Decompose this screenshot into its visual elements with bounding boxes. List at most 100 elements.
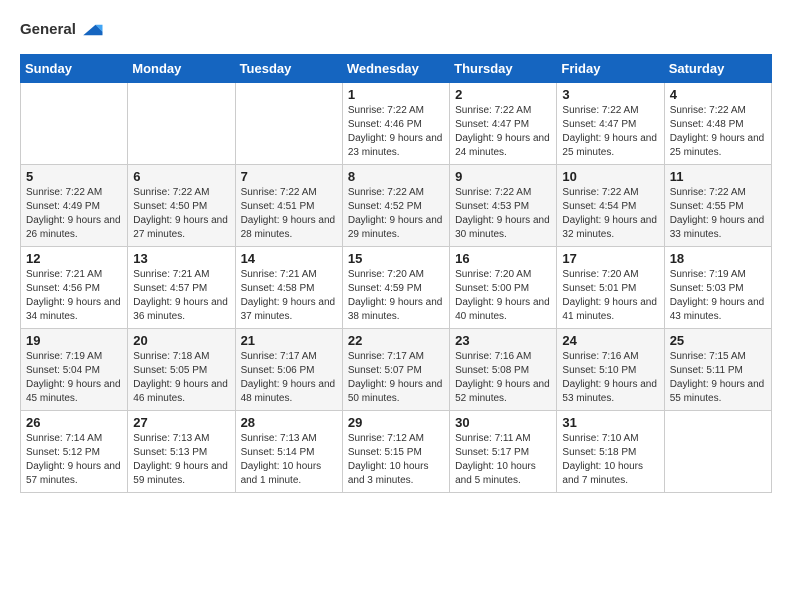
day-info: Sunrise: 7:18 AMSunset: 5:05 PMDaylight:… [133, 350, 229, 406]
day-number: 9 [455, 169, 551, 184]
day-number: 22 [348, 333, 444, 348]
header: General [20, 16, 772, 44]
day-info: Sunrise: 7:22 AMSunset: 4:50 PMDaylight:… [133, 186, 229, 242]
day-info: Sunrise: 7:14 AMSunset: 5:12 PMDaylight:… [26, 432, 122, 488]
day-header: Saturday [664, 55, 771, 83]
logo-text: General [20, 22, 76, 39]
calendar-cell: 3 Sunrise: 7:22 AMSunset: 4:47 PMDaylight… [557, 83, 664, 165]
day-number: 16 [455, 251, 551, 266]
day-number: 25 [670, 333, 766, 348]
day-info: Sunrise: 7:12 AMSunset: 5:15 PMDaylight:… [348, 432, 444, 488]
day-info: Sunrise: 7:21 AMSunset: 4:57 PMDaylight:… [133, 268, 229, 324]
calendar-cell: 29 Sunrise: 7:12 AMSunset: 5:15 PMDayligh… [342, 411, 449, 493]
day-header: Monday [128, 55, 235, 83]
calendar-cell [235, 83, 342, 165]
day-info: Sunrise: 7:21 AMSunset: 4:58 PMDaylight:… [241, 268, 337, 324]
calendar-cell: 8 Sunrise: 7:22 AMSunset: 4:52 PMDaylight… [342, 165, 449, 247]
day-info: Sunrise: 7:22 AMSunset: 4:47 PMDaylight:… [455, 104, 551, 160]
calendar-cell: 2 Sunrise: 7:22 AMSunset: 4:47 PMDaylight… [450, 83, 557, 165]
day-number: 28 [241, 415, 337, 430]
day-number: 7 [241, 169, 337, 184]
day-number: 15 [348, 251, 444, 266]
day-info: Sunrise: 7:22 AMSunset: 4:54 PMDaylight:… [562, 186, 658, 242]
calendar-cell: 24 Sunrise: 7:16 AMSunset: 5:10 PMDayligh… [557, 329, 664, 411]
day-number: 6 [133, 169, 229, 184]
day-number: 26 [26, 415, 122, 430]
day-info: Sunrise: 7:22 AMSunset: 4:51 PMDaylight:… [241, 186, 337, 242]
day-number: 17 [562, 251, 658, 266]
calendar-cell: 7 Sunrise: 7:22 AMSunset: 4:51 PMDaylight… [235, 165, 342, 247]
day-number: 21 [241, 333, 337, 348]
week-row: 26 Sunrise: 7:14 AMSunset: 5:12 PMDayligh… [21, 411, 772, 493]
calendar-cell: 9Sunrise: 7:22 AMSunset: 4:53 PMDaylight… [450, 165, 557, 247]
days-header-row: SundayMondayTuesdayWednesdayThursdayFrid… [21, 55, 772, 83]
day-number: 13 [133, 251, 229, 266]
day-info: Sunrise: 7:11 AMSunset: 5:17 PMDaylight:… [455, 432, 551, 488]
week-row: 5 Sunrise: 7:22 AMSunset: 4:49 PMDaylight… [21, 165, 772, 247]
day-number: 30 [455, 415, 551, 430]
day-number: 10 [562, 169, 658, 184]
day-number: 3 [562, 87, 658, 102]
day-number: 2 [455, 87, 551, 102]
day-header: Sunday [21, 55, 128, 83]
calendar-cell: 16Sunrise: 7:20 AMSunset: 5:00 PMDayligh… [450, 247, 557, 329]
day-header: Wednesday [342, 55, 449, 83]
calendar-cell: 18 Sunrise: 7:19 AMSunset: 5:03 PMDayligh… [664, 247, 771, 329]
calendar-cell: 22Sunrise: 7:17 AMSunset: 5:07 PMDayligh… [342, 329, 449, 411]
calendar-cell [21, 83, 128, 165]
day-number: 18 [670, 251, 766, 266]
day-info: Sunrise: 7:15 AMSunset: 5:11 PMDaylight:… [670, 350, 766, 406]
calendar-cell: 25 Sunrise: 7:15 AMSunset: 5:11 PMDayligh… [664, 329, 771, 411]
calendar-cell [664, 411, 771, 493]
week-row: 19 Sunrise: 7:19 AMSunset: 5:04 PMDayligh… [21, 329, 772, 411]
day-info: Sunrise: 7:22 AMSunset: 4:46 PMDaylight:… [348, 104, 444, 160]
calendar-cell: 4 Sunrise: 7:22 AMSunset: 4:48 PMDaylight… [664, 83, 771, 165]
calendar-cell: 31 Sunrise: 7:10 AMSunset: 5:18 PMDayligh… [557, 411, 664, 493]
day-number: 20 [133, 333, 229, 348]
calendar-cell: 6 Sunrise: 7:22 AMSunset: 4:50 PMDaylight… [128, 165, 235, 247]
day-number: 4 [670, 87, 766, 102]
week-row: 1 Sunrise: 7:22 AMSunset: 4:46 PMDaylight… [21, 83, 772, 165]
calendar-cell: 12 Sunrise: 7:21 AMSunset: 4:56 PMDayligh… [21, 247, 128, 329]
calendar-cell: 5 Sunrise: 7:22 AMSunset: 4:49 PMDaylight… [21, 165, 128, 247]
page: General SundayMondayTuesdayWednesdayThur… [0, 0, 792, 509]
calendar-cell: 20 Sunrise: 7:18 AMSunset: 5:05 PMDayligh… [128, 329, 235, 411]
day-info: Sunrise: 7:16 AMSunset: 5:10 PMDaylight:… [562, 350, 658, 406]
day-header: Tuesday [235, 55, 342, 83]
day-number: 31 [562, 415, 658, 430]
day-info: Sunrise: 7:19 AMSunset: 5:04 PMDaylight:… [26, 350, 122, 406]
day-number: 8 [348, 169, 444, 184]
day-info: Sunrise: 7:22 AMSunset: 4:52 PMDaylight:… [348, 186, 444, 242]
day-info: Sunrise: 7:16 AMSunset: 5:08 PMDaylight:… [455, 350, 551, 406]
day-info: Sunrise: 7:17 AMSunset: 5:06 PMDaylight:… [241, 350, 337, 406]
day-info: Sunrise: 7:21 AMSunset: 4:56 PMDaylight:… [26, 268, 122, 324]
day-number: 5 [26, 169, 122, 184]
day-info: Sunrise: 7:19 AMSunset: 5:03 PMDaylight:… [670, 268, 766, 324]
calendar-cell: 15 Sunrise: 7:20 AMSunset: 4:59 PMDayligh… [342, 247, 449, 329]
day-number: 23 [455, 333, 551, 348]
day-info: Sunrise: 7:22 AMSunset: 4:55 PMDaylight:… [670, 186, 766, 242]
calendar-cell: 1 Sunrise: 7:22 AMSunset: 4:46 PMDaylight… [342, 83, 449, 165]
day-info: Sunrise: 7:22 AMSunset: 4:48 PMDaylight:… [670, 104, 766, 160]
day-info: Sunrise: 7:22 AMSunset: 4:49 PMDaylight:… [26, 186, 122, 242]
day-header: Thursday [450, 55, 557, 83]
calendar: SundayMondayTuesdayWednesdayThursdayFrid… [20, 54, 772, 493]
day-info: Sunrise: 7:13 AMSunset: 5:14 PMDaylight:… [241, 432, 337, 488]
day-info: Sunrise: 7:20 AMSunset: 4:59 PMDaylight:… [348, 268, 444, 324]
calendar-cell: 19 Sunrise: 7:19 AMSunset: 5:04 PMDayligh… [21, 329, 128, 411]
day-number: 1 [348, 87, 444, 102]
day-number: 19 [26, 333, 122, 348]
day-number: 12 [26, 251, 122, 266]
day-header: Friday [557, 55, 664, 83]
day-info: Sunrise: 7:22 AMSunset: 4:47 PMDaylight:… [562, 104, 658, 160]
calendar-cell: 30 Sunrise: 7:11 AMSunset: 5:17 PMDayligh… [450, 411, 557, 493]
day-number: 29 [348, 415, 444, 430]
calendar-cell: 14Sunrise: 7:21 AMSunset: 4:58 PMDayligh… [235, 247, 342, 329]
day-info: Sunrise: 7:10 AMSunset: 5:18 PMDaylight:… [562, 432, 658, 488]
day-number: 11 [670, 169, 766, 184]
day-number: 27 [133, 415, 229, 430]
calendar-cell: 10 Sunrise: 7:22 AMSunset: 4:54 PMDayligh… [557, 165, 664, 247]
day-number: 24 [562, 333, 658, 348]
calendar-cell: 13 Sunrise: 7:21 AMSunset: 4:57 PMDayligh… [128, 247, 235, 329]
calendar-cell: 11 Sunrise: 7:22 AMSunset: 4:55 PMDayligh… [664, 165, 771, 247]
